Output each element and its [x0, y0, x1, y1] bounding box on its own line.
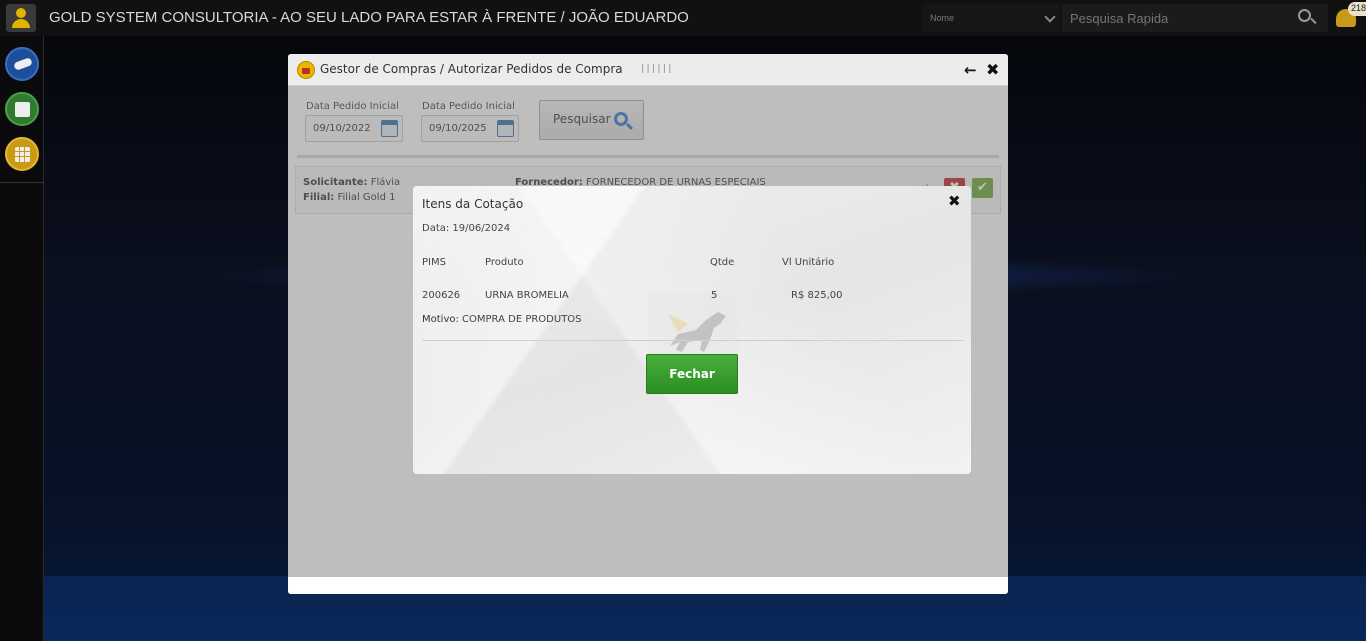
column-header-produto: Produto	[485, 257, 524, 268]
window-header: Gestor de Compras / Autorizar Pedidos de…	[288, 54, 1008, 86]
back-arrow-icon[interactable]: ←	[964, 61, 977, 79]
cell-vl-unitario: R$ 825,00	[791, 290, 843, 301]
left-sidebar	[0, 36, 44, 641]
name-select[interactable]: Nome	[922, 4, 1060, 32]
cell-produto: URNA BROMELIA	[485, 290, 569, 301]
reason: Motivo: COMPRA DE PRODUTOS	[422, 314, 582, 325]
cell-qtde: 5	[711, 290, 718, 301]
quick-search-input[interactable]	[1062, 4, 1328, 32]
modal-title: Itens da Cotação	[422, 197, 524, 211]
column-header-qtde: Qtde	[710, 257, 735, 268]
sidebar-grid-button[interactable]	[5, 137, 39, 171]
quote-date: Data: 19/06/2024	[422, 223, 511, 234]
reason-value: COMPRA DE PRODUTOS	[462, 314, 582, 325]
list-icon	[15, 102, 30, 117]
chevron-down-icon	[1044, 11, 1056, 23]
reason-label: Motivo:	[422, 314, 459, 325]
column-header-pims: PIMS	[422, 257, 446, 268]
close-modal-button[interactable]: Fechar	[646, 354, 738, 394]
sidebar-plane-button[interactable]	[5, 47, 39, 81]
window-title: Gestor de Compras / Autorizar Pedidos de…	[320, 62, 623, 76]
user-avatar-icon[interactable]	[6, 4, 36, 32]
modal-close-icon[interactable]: ✖	[948, 192, 961, 210]
plane-icon	[13, 57, 33, 71]
cell-pims: 200626	[422, 290, 461, 301]
name-select-value: Nome	[930, 13, 955, 23]
top-bar: GOLD SYSTEM CONSULTORIA - AO SEU LADO PA…	[0, 0, 1366, 36]
app-title: GOLD SYSTEM CONSULTORIA - AO SEU LADO PA…	[49, 9, 689, 26]
window-footer	[288, 577, 1008, 594]
search-icon[interactable]	[1298, 9, 1317, 25]
purchase-basket-icon	[297, 61, 315, 79]
modal-divider	[422, 340, 963, 341]
column-header-vl-unitario: Vl Unitário	[782, 257, 835, 268]
grid-icon	[15, 147, 30, 162]
sidebar-list-button[interactable]	[5, 92, 39, 126]
sidebar-divider	[0, 182, 44, 183]
quote-items-modal: Itens da Cotação ✖ Data: 19/06/2024 PIMS…	[413, 186, 971, 474]
window-close-icon[interactable]: ✖	[986, 60, 999, 79]
barcode-icon: ||||||	[640, 64, 673, 74]
notification-badge: 2187	[1348, 2, 1366, 16]
